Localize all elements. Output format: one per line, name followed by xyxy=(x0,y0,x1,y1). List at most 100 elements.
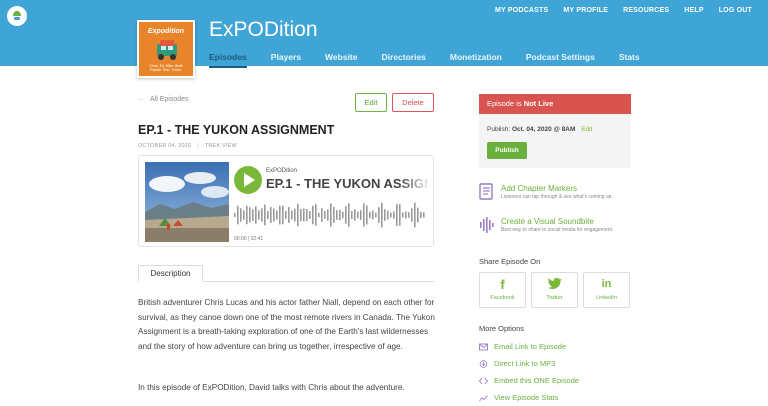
waveform-bar xyxy=(363,203,365,227)
waveform-bar xyxy=(243,210,245,220)
arrow-left-icon: ← xyxy=(138,96,145,103)
publish-panel: Publish: Oct. 04, 2020 @ 8AM Edit Publis… xyxy=(479,114,631,168)
cover-subtitle-line-2: Paddle. Run. Travel. xyxy=(150,68,182,72)
waveform-bar xyxy=(249,207,251,223)
waveform-bar xyxy=(282,205,284,225)
tab-podcast-settings[interactable]: Podcast Settings xyxy=(526,52,595,68)
podcast-cover-art[interactable]: Expodition Chris, Ed, Mike, Brett Paddle… xyxy=(137,20,195,78)
trek-view-link[interactable]: TREK VIEW xyxy=(205,143,237,149)
tab-monetization[interactable]: Monetization xyxy=(450,52,502,68)
waveform-bar xyxy=(312,205,314,225)
all-episodes-link[interactable]: ← All Episodes xyxy=(138,96,189,103)
podcast-title: ExPODition xyxy=(209,18,318,41)
waveform-bar xyxy=(273,208,275,222)
tab-website[interactable]: Website xyxy=(325,52,357,68)
waveform-bar xyxy=(324,211,326,219)
add-chapter-markers[interactable]: Add Chapter Markers Listeners can tap th… xyxy=(479,183,649,205)
podbean-logo-icon[interactable] xyxy=(7,6,27,26)
waveform-bar xyxy=(234,213,236,217)
waveform-bar xyxy=(396,204,398,226)
waveform-bar xyxy=(360,210,362,220)
waveform-bar xyxy=(375,212,377,218)
tab-stats[interactable]: Stats xyxy=(619,52,640,68)
nav-log-out[interactable]: LOG OUT xyxy=(719,7,752,14)
waveform-bar xyxy=(270,206,272,224)
waveform-bar xyxy=(339,209,341,221)
waveform-bar xyxy=(351,210,353,220)
publish-label: Publish: xyxy=(487,126,511,133)
all-episodes-label: All Episodes xyxy=(150,96,189,103)
chapter-markers-title: Add Chapter Markers xyxy=(501,184,578,193)
nav-resources[interactable]: RESOURCES xyxy=(623,7,669,14)
delete-button[interactable]: Delete xyxy=(392,93,434,112)
waveform-bar xyxy=(288,207,290,223)
waveform-bar xyxy=(381,202,383,228)
content-tabs: Description xyxy=(138,265,434,282)
app-header: MY PODCASTS MY PROFILE RESOURCES HELP LO… xyxy=(0,0,768,68)
waveform-bar xyxy=(240,208,242,222)
embed-episode-option[interactable]: Embed this ONE Episode xyxy=(479,375,599,387)
waveform-bar xyxy=(354,209,356,221)
waveform-bar xyxy=(294,208,296,222)
share-twitter-button[interactable]: Twitter xyxy=(531,272,578,308)
episode-date: OCTOBER 04, 2020 xyxy=(138,143,192,149)
waveform-bar xyxy=(387,210,389,220)
waveform-bar xyxy=(357,211,359,219)
waveform-bar xyxy=(366,205,368,225)
edit-button[interactable]: Edit xyxy=(355,93,387,112)
code-icon xyxy=(479,377,488,385)
email-link-option[interactable]: Email Link to Episode xyxy=(479,341,599,353)
embed-label: Embed this ONE Episode xyxy=(494,376,580,385)
tab-episodes[interactable]: Episodes xyxy=(209,52,247,68)
twitter-icon xyxy=(532,277,577,292)
title-fade xyxy=(399,174,431,196)
soundbite-waveform-icon xyxy=(480,217,494,233)
nav-my-profile[interactable]: MY PROFILE xyxy=(563,7,608,14)
create-visual-soundbite[interactable]: Create a Visual Soundbite Best way to sh… xyxy=(479,216,649,238)
share-facebook-button[interactable]: f Facebook xyxy=(479,272,526,308)
nav-my-podcasts[interactable]: MY PODCASTS xyxy=(495,7,548,14)
play-button[interactable] xyxy=(234,166,262,194)
tab-directories[interactable]: Directories xyxy=(381,52,425,68)
meta-separator: | xyxy=(197,143,199,149)
waveform-bar xyxy=(309,210,311,220)
facebook-label: Facebook xyxy=(490,295,515,301)
tab-players[interactable]: Players xyxy=(271,52,301,68)
waveform-bar xyxy=(414,202,416,228)
chapter-list-icon xyxy=(479,183,493,200)
podcast-subnav: Episodes Players Website Directories Mon… xyxy=(209,52,664,68)
waveform-bar xyxy=(321,208,323,222)
status-state: Not Live xyxy=(523,99,554,108)
episode-image xyxy=(145,162,229,242)
email-link-label: Email Link to Episode xyxy=(494,342,567,351)
soundbite-subtitle: Best way to share to social media for en… xyxy=(501,227,614,233)
audio-waveform[interactable] xyxy=(234,198,426,232)
episode-title: EP.1 - THE YUKON ASSIGNMENT xyxy=(138,123,335,137)
episode-status-banner: Episode is Not Live xyxy=(479,94,631,114)
waveform-bar xyxy=(378,207,380,223)
waveform-bar xyxy=(300,208,302,222)
waveform-bar xyxy=(417,207,419,223)
direct-link-option[interactable]: Direct Link to MP3 xyxy=(479,358,599,370)
chapter-markers-subtitle: Listeners can tap through & see what's c… xyxy=(501,194,613,200)
player-show-name: ExPODition xyxy=(266,168,298,174)
publish-button[interactable]: Publish xyxy=(487,142,527,159)
waveform-bar xyxy=(306,208,308,222)
waveform-bar xyxy=(348,203,350,227)
linkedin-icon: in xyxy=(601,278,612,290)
waveform-bar xyxy=(390,212,392,218)
waveform-bar xyxy=(285,211,287,219)
episode-stats-option[interactable]: View Episode Stats xyxy=(479,392,599,404)
waveform-bar xyxy=(276,210,278,220)
waveform-bar xyxy=(327,209,329,221)
waveform-bar xyxy=(237,205,239,225)
waveform-bar xyxy=(384,209,386,221)
direct-link-label: Direct Link to MP3 xyxy=(494,359,556,368)
trend-line-icon xyxy=(479,395,488,402)
player-time: 00:00 | 32:41 xyxy=(234,236,264,242)
share-linkedin-button[interactable]: in LinkedIn xyxy=(583,272,630,308)
episode-meta: OCTOBER 04, 2020 | TREK VIEW xyxy=(138,143,237,149)
tab-description[interactable]: Description xyxy=(138,265,203,282)
nav-help[interactable]: HELP xyxy=(684,7,703,14)
publish-edit-link[interactable]: Edit xyxy=(581,126,592,133)
